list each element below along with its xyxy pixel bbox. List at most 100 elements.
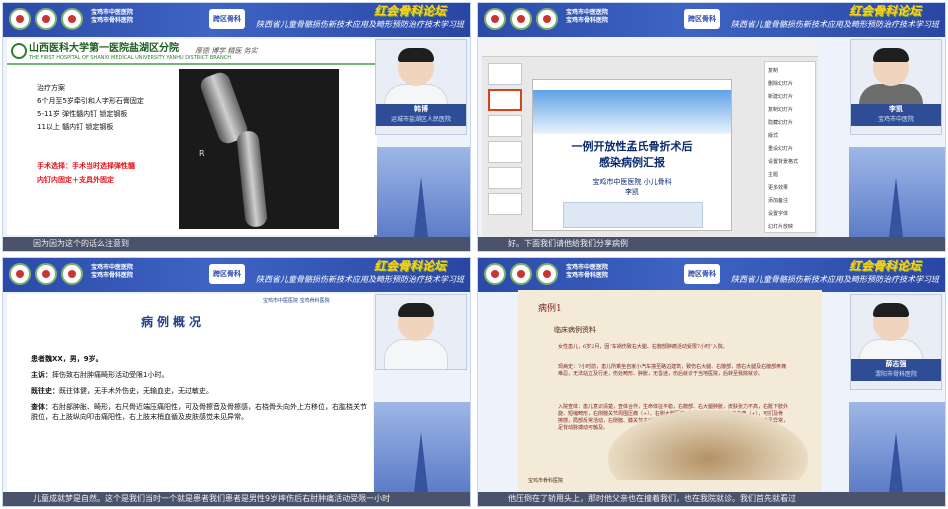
- menu-item[interactable]: 添加备注: [768, 195, 812, 208]
- hospital-motto: 厚德 博学 精医 务实: [195, 47, 258, 55]
- menu-item[interactable]: 版式: [768, 130, 812, 143]
- treatment-line: 6个月至5岁牵引和人字形石膏固定: [37, 97, 144, 105]
- slide-title-2: 感染病例汇报: [599, 156, 665, 169]
- association-logo-icon: [35, 8, 57, 30]
- slide-header: 山西医科大学第一医院盐湖区分院 THE FIRST HOSPITAL OF SH…: [7, 39, 377, 65]
- conference-header: 宝鸡市中医医院 宝鸡市骨科医院 跨区骨科 红会骨科论坛 陕西省儿童骨骼损伤新技术…: [3, 258, 470, 292]
- speaker-camera: [375, 294, 467, 370]
- speaker-hair: [873, 303, 909, 317]
- case-line-label: 查体：: [31, 403, 52, 411]
- city-backdrop: [374, 147, 470, 237]
- city-backdrop: [849, 402, 945, 492]
- slide-thumbnail[interactable]: [488, 141, 522, 163]
- badge-logo: 跨区骨科: [684, 264, 720, 284]
- association-logo-icon: [35, 263, 57, 285]
- org-name-1: 宝鸡市中医医院: [566, 9, 609, 16]
- speaker-hair: [873, 48, 909, 62]
- menu-item[interactable]: 设置背景格式: [768, 156, 812, 169]
- speaker-namecard: 韩博 运城市盐湖区人民医院: [376, 104, 466, 126]
- treatment-line: 5-11岁 弹性髓内钉 锁定钢板: [37, 110, 128, 118]
- slide-hospital-name: 宝鸡市中医医院 宝鸡骨科医院: [263, 298, 330, 304]
- city-backdrop: [374, 402, 470, 492]
- menu-item[interactable]: 复制幻灯片: [768, 104, 812, 117]
- menu-item[interactable]: 幻灯片放映: [768, 221, 812, 234]
- xray-image: R: [179, 69, 339, 229]
- treatment-line: 11以上 髓内钉 锁定钢板: [37, 123, 114, 131]
- menu-item[interactable]: 复制: [768, 65, 812, 78]
- shared-slide: 宝鸡市中医医院 宝鸡骨科医院 病例概况 患者魏XX，男，9岁。 主诉：摔伤致右肘…: [7, 294, 373, 492]
- slide-thumbnail-selected[interactable]: [488, 89, 522, 111]
- badge-logo: 跨区骨科: [209, 264, 245, 284]
- speaker-camera: 李凯 宝鸡市中医院: [850, 39, 942, 135]
- slide-thumbnail[interactable]: [488, 193, 522, 215]
- slide-hospital-name: 宝鸡市骨科医院: [528, 478, 564, 484]
- org-name-2: 宝鸡市骨科医院: [91, 17, 134, 24]
- live-caption: 他压倒在了轿用头上，那时他父亲也在撞着我们，也在我院就诊。我们首先就看过: [478, 492, 945, 506]
- case-line-text: 既往体健，无手术外伤史，无输血史，无过敏史。: [59, 387, 213, 395]
- case-line: 主诉：摔伤致右肘肿痛畸形活动受限1小时。: [31, 370, 367, 380]
- speaker-hospital: 宝鸡市中医院: [877, 116, 914, 123]
- menu-item[interactable]: 设置字体: [768, 208, 812, 221]
- forum-title: 红会骨科论坛: [373, 4, 446, 18]
- forum-title: 红会骨科论坛: [848, 4, 921, 18]
- speaker-hospital: 运城市盐湖区人民医院: [390, 116, 451, 123]
- speaker-camera: 薛志强 渭阳市骨科医院: [850, 294, 942, 390]
- decorative-artwork: [608, 410, 808, 480]
- shared-slide: 山西医科大学第一医院盐湖区分院 THE FIRST HOSPITAL OF SH…: [7, 39, 377, 235]
- live-caption: 儿童成就梦是自然。这个是我们当时一个就是患者我们患者是男性9岁摔伤后右肘肿痛活动…: [3, 492, 470, 506]
- context-menu[interactable]: 复制 删除幻灯片 新建幻灯片 复制幻灯片 隐藏幻灯片 版式 重设幻灯片 设置背景…: [764, 61, 816, 233]
- case-label: 病例1: [538, 304, 562, 314]
- menu-item[interactable]: 重设幻灯片: [768, 143, 812, 156]
- menu-item[interactable]: 隐藏幻灯片: [768, 117, 812, 130]
- badge-logo: 跨区骨科: [209, 9, 245, 29]
- speaker-body: [384, 339, 448, 369]
- course-title: 陕西省儿童骨骼损伤新技术应用及畸形预防治疗技术学习班: [731, 20, 939, 29]
- video-panel-4[interactable]: 宝鸡市中医医院 宝鸡市骨科医院 跨区骨科 红会骨科论坛 陕西省儿童骨骼损伤新技术…: [477, 257, 946, 507]
- video-panel-3[interactable]: 宝鸡市中医医院 宝鸡市骨科医院 跨区骨科 红会骨科论坛 陕西省儿童骨骼损伤新技术…: [2, 257, 471, 507]
- video-panel-2[interactable]: 宝鸡市中医医院 宝鸡市骨科医院 跨区骨科 红会骨科论坛 陕西省儿童骨骼损伤新技术…: [477, 2, 946, 252]
- org-name-1: 宝鸡市中医医院: [566, 264, 609, 271]
- speaker-name: 薛志强: [885, 360, 907, 368]
- case-line: 查体：右肘部肿胀、畸形，右尺骨近端压痛阳性，可及骨擦音及骨擦感，右桡骨头向外上方…: [31, 402, 367, 422]
- hospital-logo-icon: [9, 8, 31, 30]
- hospital-logo-icon: [484, 8, 506, 30]
- femur-shaft: [236, 130, 268, 228]
- pagoda-icon: [414, 432, 428, 492]
- conference-header: 宝鸡市中医医院 宝鸡市骨科医院 跨区骨科 红会骨科论坛 陕西省儿童骨骼损伤新技术…: [3, 3, 470, 37]
- speaker-namecard: 李凯 宝鸡市中医院: [851, 104, 941, 126]
- conference-header: 宝鸡市中医医院 宝鸡市骨科医院 跨区骨科 红会骨科论坛 陕西省儿童骨骼损伤新技术…: [478, 258, 945, 292]
- speaker-camera: 韩博 运城市盐湖区人民医院: [375, 39, 467, 135]
- powerpoint-window[interactable]: 一例开放性孟氏骨折术后 感染病例汇报 宝鸡市中医医院 小儿骨科 李凯 复制 删除…: [482, 39, 818, 237]
- case-line-label: 既往史：: [31, 387, 59, 395]
- org-name-2: 宝鸡市骨科医院: [566, 272, 609, 279]
- forum-title: 红会骨科论坛: [848, 259, 921, 273]
- menu-item[interactable]: 新建幻灯片: [768, 91, 812, 104]
- case-line-label: 主诉：: [31, 371, 52, 379]
- association-logo-icon: [510, 263, 532, 285]
- slide-thumbnail[interactable]: [488, 115, 522, 137]
- menu-item[interactable]: 删除幻灯片: [768, 78, 812, 91]
- society-logo-icon: [61, 263, 83, 285]
- surgery-choice-line: 手术选择：手术当时选择弹性髓: [37, 162, 135, 170]
- slide-hospital-name: 山西医科大学第一医院盐湖区分院: [29, 43, 179, 54]
- slide-thumbnail[interactable]: [488, 63, 522, 85]
- pagoda-icon: [414, 177, 428, 237]
- city-backdrop: [849, 147, 945, 237]
- ppt-ribbon[interactable]: [482, 39, 818, 57]
- hospital-building-image: [563, 202, 703, 228]
- hospital-logo-icon: [9, 263, 31, 285]
- slide-thumbnail[interactable]: [488, 167, 522, 189]
- society-logo-icon: [61, 8, 83, 30]
- course-title: 陕西省儿童骨骼损伤新技术应用及畸形预防治疗技术学习班: [256, 20, 464, 29]
- speaker-namecard: 薛志强 渭阳市骨科医院: [851, 359, 941, 381]
- menu-item[interactable]: 主题: [768, 169, 812, 182]
- video-panel-1[interactable]: 宝鸡市中医医院 宝鸡市骨科医院 跨区骨科 红会骨科论坛 陕西省儿童骨骼损伤新技术…: [2, 2, 471, 252]
- menu-item[interactable]: 更多效果: [768, 182, 812, 195]
- society-logo-icon: [536, 8, 558, 30]
- pagoda-icon: [889, 432, 903, 492]
- conference-header: 宝鸡市中医医院 宝鸡市骨科医院 跨区骨科 红会骨科论坛 陕西省儿童骨骼损伤新技术…: [478, 3, 945, 37]
- case-line: 既往史：既往体健，无手术外伤史，无输血史，无过敏史。: [31, 386, 367, 396]
- course-title: 陕西省儿童骨骼损伤新技术应用及畸形预防治疗技术学习班: [256, 275, 464, 284]
- org-name-2: 宝鸡市骨科医院: [566, 17, 609, 24]
- surgery-choice-line: 内钉内固定＋支具外固定: [37, 176, 114, 184]
